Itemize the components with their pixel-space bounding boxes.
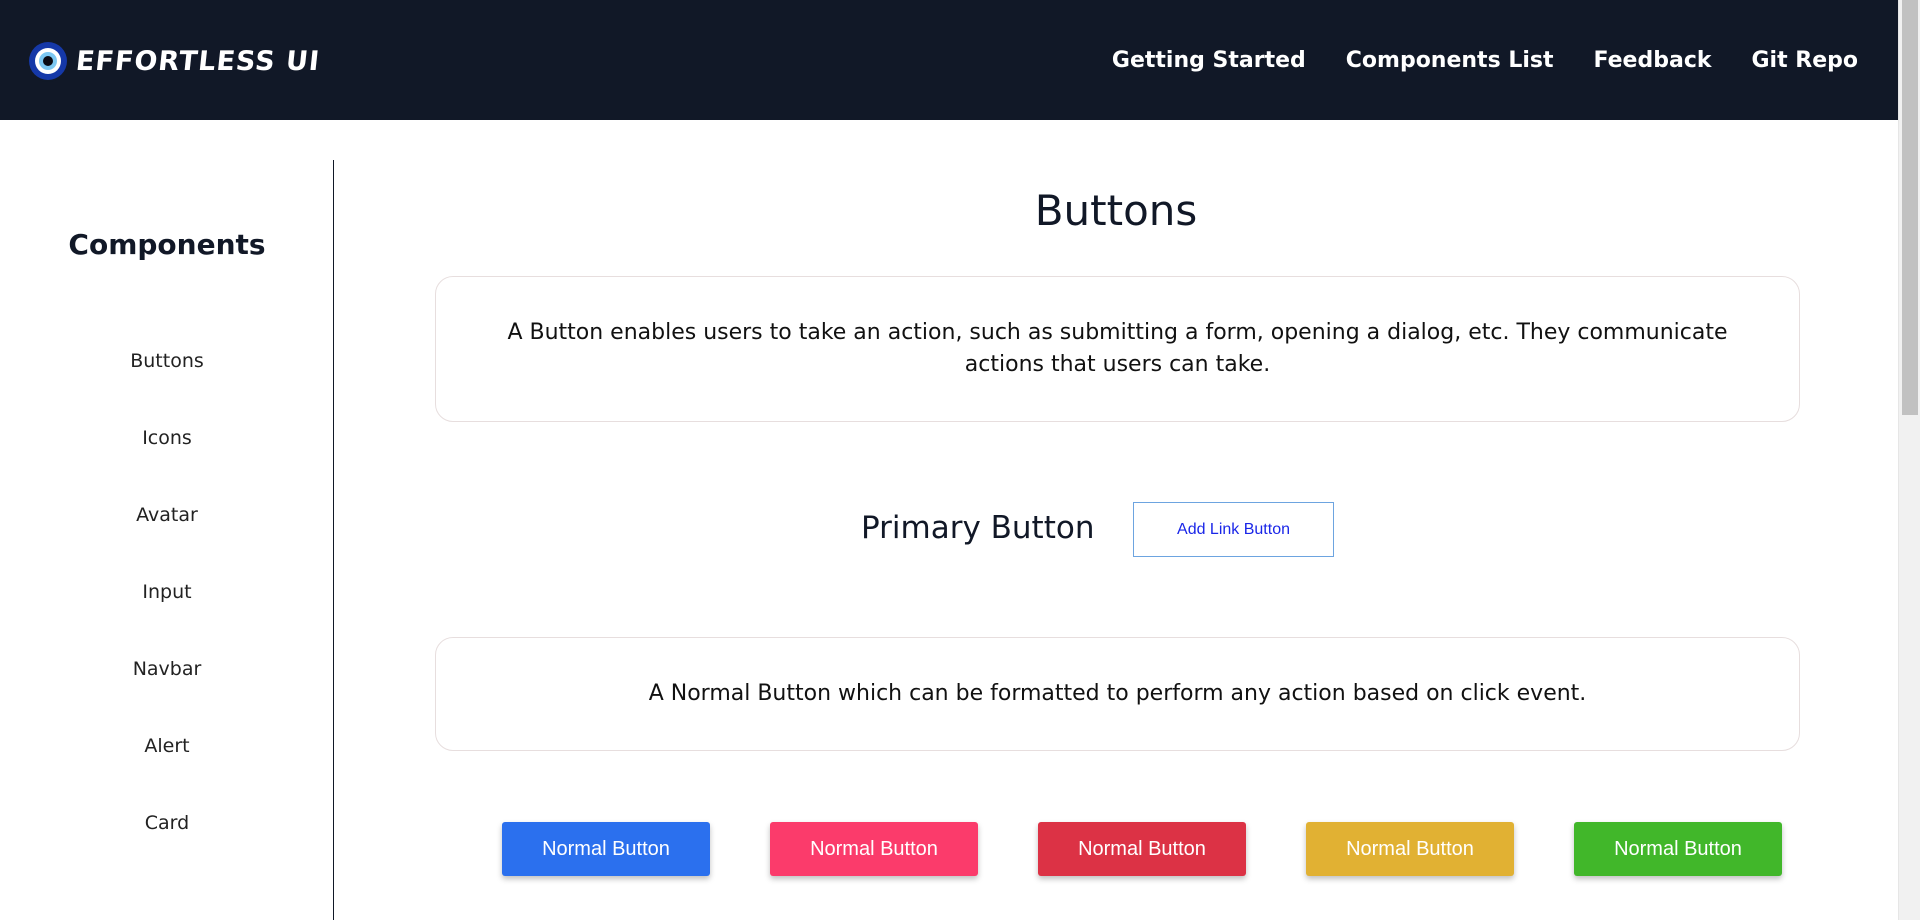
normal-button-description: A Normal Button which can be formatted t…: [648, 681, 1587, 706]
main-content: Buttons A Button enables users to take a…: [334, 120, 1898, 920]
primary-button-heading: Primary Button: [861, 510, 1095, 546]
nav-feedback[interactable]: Feedback: [1594, 48, 1712, 73]
sidebar-item-input[interactable]: Input: [0, 581, 334, 658]
normal-button-pink[interactable]: Normal Button: [770, 822, 978, 876]
scrollbar-thumb[interactable]: [1902, 0, 1918, 415]
nav-getting-started[interactable]: Getting Started: [1112, 48, 1306, 73]
sidebar-item-alert[interactable]: Alert: [0, 735, 334, 812]
brand-logo[interactable]: EFFORTLESS UI: [26, 38, 322, 84]
brand-name: EFFORTLESS UI: [74, 45, 322, 77]
sidebar-title: Components: [68, 228, 266, 261]
normal-buttons-row: Normal Button Normal Button Normal Butto…: [334, 822, 1898, 878]
top-navbar: EFFORTLESS UI Getting Started Components…: [0, 0, 1898, 120]
add-link-button[interactable]: Add Link Button: [1133, 502, 1334, 557]
sidebar-item-navbar[interactable]: Navbar: [0, 658, 334, 735]
normal-button-yellow[interactable]: Normal Button: [1306, 822, 1514, 876]
page-scrollbar[interactable]: [1898, 0, 1920, 920]
nav-links: Getting Started Components List Feedback…: [1112, 0, 1858, 120]
intro-text: A Button enables users to take an action…: [507, 320, 1728, 377]
primary-button-row: Primary Button Add Link Button: [334, 502, 1898, 558]
normal-button-blue[interactable]: Normal Button: [502, 822, 710, 876]
intro-card: A Button enables users to take an action…: [435, 276, 1800, 422]
eye-icon: [27, 40, 69, 82]
sidebar-list: Buttons Icons Avatar Input Navbar Alert …: [0, 350, 334, 889]
sidebar-item-buttons[interactable]: Buttons: [0, 350, 334, 427]
components-sidebar: Components Buttons Icons Avatar Input Na…: [0, 160, 334, 920]
sidebar-item-card[interactable]: Card: [0, 812, 334, 889]
nav-git-repo[interactable]: Git Repo: [1752, 48, 1859, 73]
sidebar-item-avatar[interactable]: Avatar: [0, 504, 334, 581]
normal-button-green[interactable]: Normal Button: [1574, 822, 1782, 876]
page-title: Buttons: [1034, 186, 1198, 235]
nav-components-list[interactable]: Components List: [1346, 48, 1554, 73]
sidebar-item-icons[interactable]: Icons: [0, 427, 334, 504]
normal-button-card: A Normal Button which can be formatted t…: [435, 637, 1800, 751]
normal-button-red[interactable]: Normal Button: [1038, 822, 1246, 876]
